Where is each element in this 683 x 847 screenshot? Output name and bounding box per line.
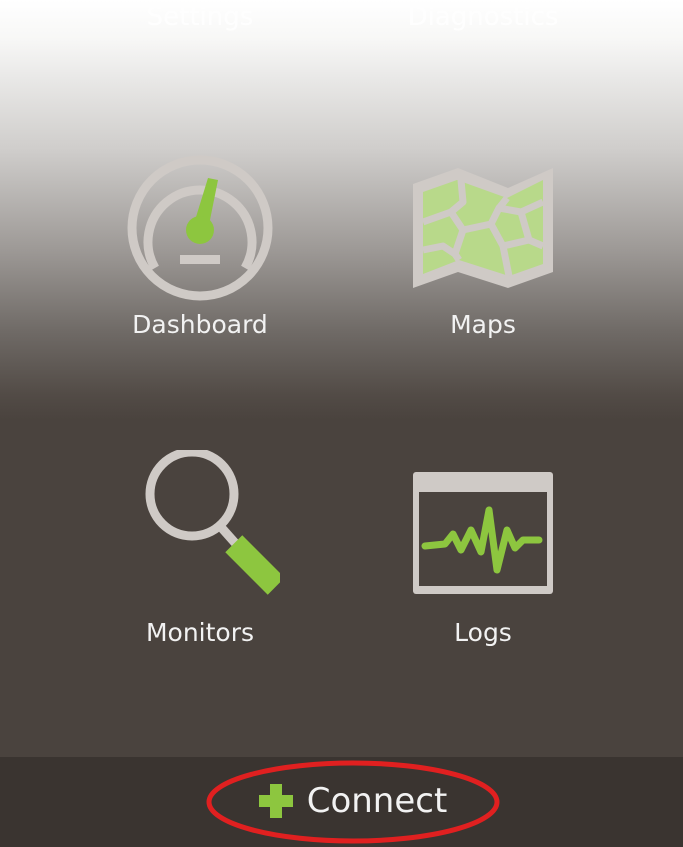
plus-icon [258,784,293,818]
map-icon [413,168,553,288]
logs-tile[interactable]: Logs [373,450,593,680]
magnifier-icon [145,450,280,595]
connect-label: Connect [306,781,448,821]
connect-button[interactable]: Connect [210,763,496,839]
dashboard-tile[interactable]: Dashboard [90,150,310,380]
waveform-log-icon [413,472,553,594]
monitors-tile[interactable]: Monitors [90,450,310,680]
monitors-label: Monitors [145,618,255,647]
settings-nav-item[interactable]: Settings [100,2,300,32]
logs-label: Logs [454,618,512,647]
maps-label: Maps [450,310,516,339]
dashboard-label: Dashboard [132,310,268,339]
maps-tile[interactable]: Maps [373,150,593,380]
speedometer-icon [127,155,273,301]
diagnostics-nav-item[interactable]: Diagnostics [383,2,583,32]
highlight-ellipse-annotation [206,760,500,844]
